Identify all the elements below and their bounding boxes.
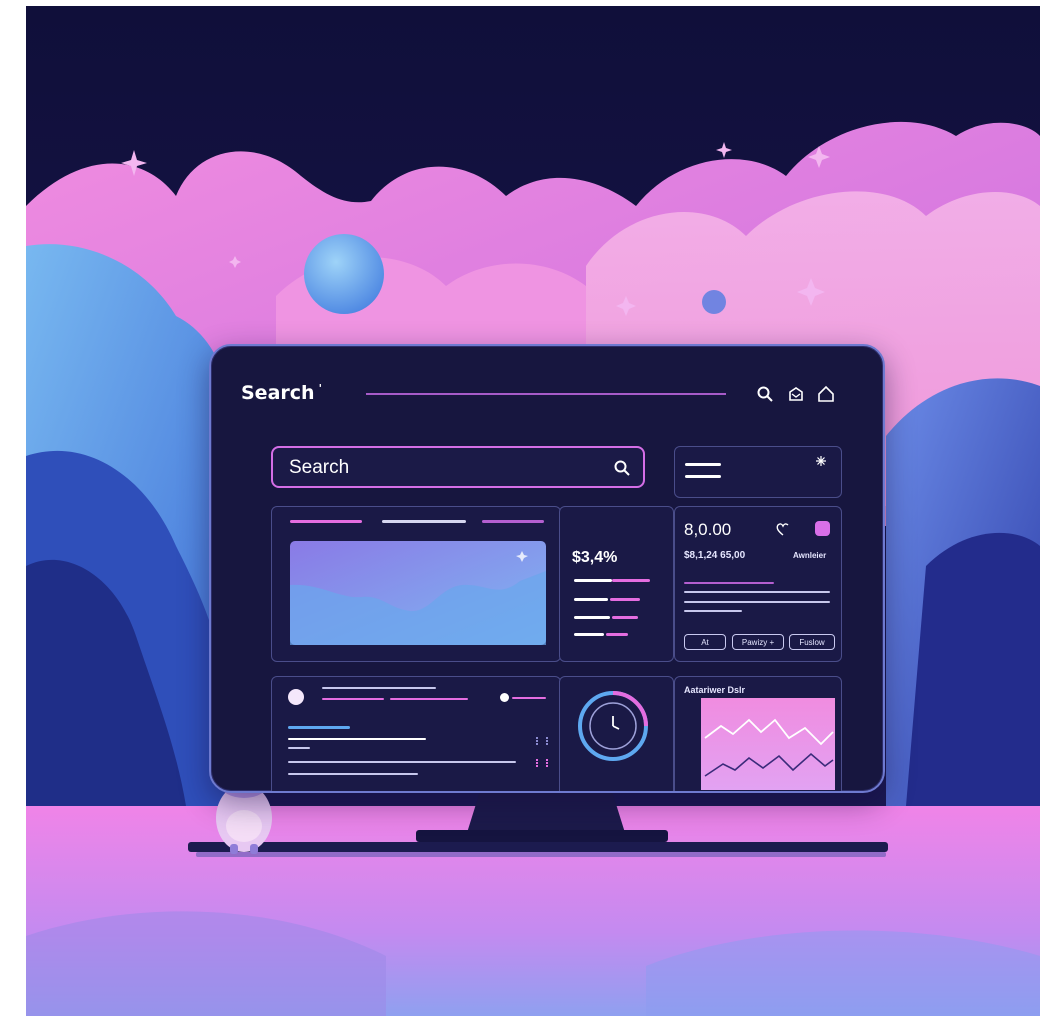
action-button-2[interactable]: Pawizy + <box>732 634 784 650</box>
clock-card <box>559 676 674 791</box>
action-button-1[interactable]: At <box>684 634 726 650</box>
search-icon[interactable] <box>756 385 774 403</box>
list-card <box>271 676 561 791</box>
list-line <box>322 698 384 700</box>
toggle-line[interactable] <box>512 697 546 699</box>
bar-line <box>574 616 610 619</box>
bar-line <box>606 633 628 636</box>
list-line <box>288 761 516 763</box>
bar-line <box>574 579 612 582</box>
chart-card <box>271 506 561 662</box>
mail-icon[interactable] <box>787 385 805 403</box>
list-line <box>288 747 310 749</box>
tab-line[interactable] <box>482 520 544 523</box>
pricing-card: 8,0.00 $8,1,24 65,00 Awnleier At Pawizy … <box>674 506 842 662</box>
bar-line <box>612 579 650 582</box>
chart-caption: Aatariwer Dslr <box>684 685 746 695</box>
list-line <box>288 773 418 775</box>
action-button-3[interactable]: Fuslow <box>789 634 835 650</box>
detail-line <box>684 601 830 603</box>
detail-line <box>684 610 742 612</box>
menu-line <box>685 475 721 478</box>
stats-card: $3,4% <box>559 506 674 662</box>
stat-value: $3,4% <box>572 549 618 566</box>
bar-line <box>574 633 604 636</box>
bar-line <box>574 598 608 601</box>
clock-icon <box>578 691 648 761</box>
title-divider <box>366 393 726 395</box>
area-chart-panel <box>290 541 546 645</box>
tab-line-active[interactable] <box>290 520 362 523</box>
search-input-value: Search <box>289 457 350 478</box>
menu-line <box>685 463 721 466</box>
more-icon[interactable] <box>536 759 548 767</box>
dashboard-monitor: Search ' Search $3,4% 8,0.00 $8,1,24 65,… <box>209 344 885 793</box>
badge-icon[interactable] <box>815 521 830 536</box>
settings-icon[interactable] <box>815 455 827 467</box>
list-line <box>288 726 350 729</box>
page-title: Search ' <box>241 382 322 404</box>
tab-line[interactable] <box>382 520 466 523</box>
line-chart <box>701 698 835 790</box>
detail-line <box>684 582 774 584</box>
illustration-scene: Search ' Search $3,4% 8,0.00 $8,1,24 65,… <box>26 6 1040 1016</box>
line-chart-card: Aatariwer Dslr <box>674 676 842 791</box>
price-detail: $8,1,24 65,00 <box>684 550 746 561</box>
search-icon[interactable] <box>613 459 631 477</box>
price-value: 8,0.00 <box>684 520 732 539</box>
heart-icon[interactable] <box>775 522 791 536</box>
toggle-dot[interactable] <box>500 693 509 702</box>
menu-card[interactable] <box>674 446 842 498</box>
more-icon[interactable] <box>536 737 548 745</box>
search-input[interactable]: Search <box>271 446 645 488</box>
list-line <box>390 698 468 700</box>
bar-line <box>612 616 638 619</box>
detail-line <box>684 591 830 593</box>
price-detail-suffix: Awnleier <box>793 551 827 560</box>
home-icon[interactable] <box>817 385 835 403</box>
list-line <box>288 738 426 740</box>
avatar[interactable] <box>288 689 304 705</box>
bar-line <box>610 598 640 601</box>
list-line <box>322 687 436 689</box>
